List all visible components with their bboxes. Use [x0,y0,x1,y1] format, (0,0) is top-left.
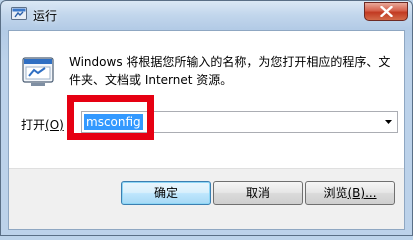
annotation-highlight-box [67,95,154,140]
window-title: 运行 [33,9,58,23]
run-dialog: 运行 Windows 将根据您所输入的名称，为您打开相应的程序、文件夹、文档或 … [0,0,413,236]
cancel-button[interactable]: 取消 [213,181,303,205]
close-button[interactable] [364,2,408,21]
dialog-body: Windows 将根据您所输入的名称，为您打开相应的程序、文件夹、文档或 Int… [8,30,405,230]
open-label: 打开(O) [21,116,64,133]
run-program-icon [21,55,57,89]
ok-button[interactable]: 确定 [121,181,211,205]
open-label-text: 打开 [21,118,46,132]
close-icon [380,6,393,17]
browse-button-text: 浏览 [323,186,348,200]
dialog-description: Windows 将根据您所输入的名称，为您打开相应的程序、文件夹、文档或 Int… [69,55,391,87]
open-label-accel: (O) [45,118,64,132]
chevron-down-icon [385,120,392,124]
dropdown-button[interactable] [380,112,397,132]
browse-button[interactable]: 浏览(B)... [305,181,395,205]
title-bar[interactable]: 运行 [1,1,412,29]
run-app-icon [11,7,27,21]
browse-button-accel: (B)... [347,186,377,200]
